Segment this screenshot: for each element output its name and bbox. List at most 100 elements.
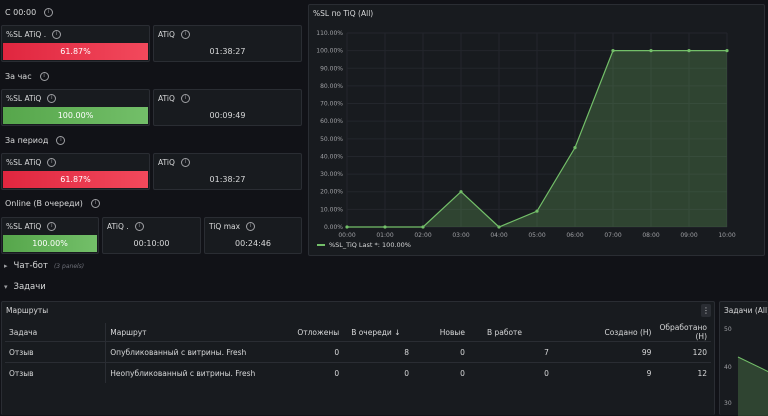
- y-tick-label: 110.00%: [316, 30, 343, 37]
- table-cell: 0: [343, 362, 413, 383]
- stat-panel-sl-hour[interactable]: %SL ATiQ i 100.00%: [1, 89, 150, 126]
- stat-value-box: 100.00%: [3, 235, 97, 252]
- row-title-today-label: C 00:00: [5, 8, 37, 17]
- panel-header: %SL ATiQ i: [6, 158, 57, 167]
- row-title-hour[interactable]: За час i: [5, 72, 49, 81]
- row-title-period[interactable]: За период i: [5, 136, 66, 145]
- chart-legend[interactable]: %SL_TiQ Last *: 100.00%: [317, 241, 411, 249]
- panel-title: %SL ATiQ .: [6, 30, 47, 39]
- data-point: [345, 225, 349, 229]
- routes-table: Задача Маршрут Отложены В очереди ↓ Новы…: [5, 323, 711, 383]
- stat-panel-sl-period[interactable]: %SL ATiQ i 61.87%: [1, 153, 150, 190]
- table-cell: 0: [412, 341, 469, 363]
- section-tasks-title: Задачи: [13, 282, 46, 292]
- panel-header: %SL ATiQ . i: [6, 30, 62, 39]
- stat-panel-atiq-today[interactable]: ATiQ i 01:38:27: [153, 25, 302, 62]
- data-point: [497, 225, 501, 229]
- info-icon[interactable]: i: [90, 199, 100, 208]
- table-row[interactable]: Отзыв Неопубликованный с витрины. Fresh …: [5, 362, 711, 383]
- chart-panel-sl-tiq[interactable]: %SL по TiQ (All) 0.00% 10.00% 20.00% 30.00%…: [308, 4, 765, 256]
- section-chatbot[interactable]: ▸ Чат-бот (3 panels): [4, 261, 84, 271]
- x-tick-label: 07:00: [604, 232, 621, 239]
- info-icon[interactable]: i: [180, 158, 190, 167]
- info-icon[interactable]: i: [180, 94, 190, 103]
- routes-table-wrap: Задача Маршрут Отложены В очереди ↓ Новы…: [5, 323, 711, 383]
- y-tick-label: 80.00%: [320, 83, 343, 90]
- sl-tiq-chart: 0.00% 10.00% 20.00% 30.00% 40.00% 50.00% 60.00…: [316, 30, 736, 239]
- row-title-online[interactable]: Online (В очереди) i: [5, 199, 100, 208]
- column-header-in-queue[interactable]: В очереди ↓: [343, 323, 413, 342]
- y-tick-label: 90.00%: [320, 65, 343, 72]
- table-row[interactable]: Отзыв Опубликованный с витрины. Fresh 0 …: [5, 341, 711, 363]
- info-icon[interactable]: i: [52, 30, 62, 39]
- stat-value-box: 100.00%: [3, 107, 148, 124]
- section-chatbot-count: (3 panels): [53, 262, 85, 270]
- column-header-postponed[interactable]: Отложены: [277, 323, 344, 342]
- table-cell: 0: [276, 341, 344, 363]
- table-cell: 7: [468, 341, 553, 363]
- table-cell: 120: [655, 341, 711, 363]
- panel-title: %SL ATiQ: [6, 158, 42, 167]
- panel-title: ATiQ .: [107, 222, 129, 231]
- x-tick-label: 05:00: [528, 232, 545, 239]
- stat-value: 00:10:00: [133, 239, 170, 248]
- column-header-processed[interactable]: Обработано (Н): [655, 323, 711, 342]
- y-tick-label: 0.00%: [324, 224, 343, 231]
- table-header-row: Задача Маршрут Отложены В очереди ↓ Новы…: [5, 323, 711, 342]
- table-cell: Отзыв: [5, 341, 107, 363]
- data-point: [383, 225, 387, 229]
- info-icon[interactable]: i: [44, 8, 54, 17]
- x-tick-label: 04:00: [490, 232, 507, 239]
- info-icon[interactable]: i: [47, 222, 57, 231]
- panel-title: ATiQ: [158, 94, 175, 103]
- routes-panel[interactable]: Маршруты ⋮ Задача Маршрут Отложены В оче…: [1, 301, 715, 415]
- column-header-created[interactable]: Создано (Н): [553, 323, 656, 342]
- y-tick-label: 30.00%: [320, 171, 343, 178]
- table-cell: Отзыв: [5, 362, 107, 383]
- stat-panel-atiq-online[interactable]: ATiQ . i 00:10:00: [102, 217, 201, 254]
- tasks-panel[interactable]: Задачи (All) 50 40 30: [719, 301, 768, 416]
- info-icon[interactable]: i: [47, 158, 57, 167]
- row-title-today[interactable]: C 00:00 i: [5, 8, 54, 17]
- y-tick-label: 60.00%: [320, 118, 343, 125]
- stat-panel-atiq-hour[interactable]: ATiQ i 00:09:49: [153, 89, 302, 126]
- info-icon[interactable]: i: [134, 222, 144, 231]
- legend-text: %SL_TiQ Last *: 100.00%: [329, 241, 411, 249]
- stat-panel-atiq-period[interactable]: ATiQ i 01:38:27: [153, 153, 302, 190]
- info-icon[interactable]: i: [56, 136, 66, 145]
- stat-value: 00:24:46: [235, 239, 271, 248]
- stat-value: 100.00%: [57, 111, 94, 120]
- stat-value-box: 61.87%: [3, 171, 148, 188]
- data-point: [535, 209, 539, 213]
- stat-value: 01:38:27: [209, 47, 246, 56]
- panel-header: TiQ max i: [209, 222, 256, 231]
- stat-panel-sl-online[interactable]: %SL ATiQ i 100.00%: [1, 217, 99, 254]
- column-header-new[interactable]: Новые: [413, 323, 469, 342]
- column-header-in-progress[interactable]: В работе: [469, 323, 553, 342]
- info-icon[interactable]: i: [47, 94, 57, 103]
- stat-panel-tiq-max[interactable]: TiQ max i 00:24:46: [204, 217, 302, 254]
- column-header-route[interactable]: Маршрут: [106, 323, 277, 342]
- section-tasks[interactable]: ▾ Задачи: [4, 282, 46, 292]
- info-icon[interactable]: i: [39, 72, 49, 81]
- column-header-task[interactable]: Задача: [5, 323, 107, 342]
- x-tick-label: 00:00: [338, 232, 355, 239]
- row-title-hour-label: За час: [5, 72, 32, 81]
- column-header-in-queue-label: В очереди: [351, 327, 392, 337]
- info-icon[interactable]: i: [180, 30, 190, 39]
- panel-header: ATiQ i: [158, 158, 190, 167]
- row-title-period-label: За период: [5, 136, 49, 145]
- info-icon[interactable]: i: [246, 222, 256, 231]
- stat-panel-sl-today[interactable]: %SL ATiQ . i 61.87%: [1, 25, 150, 62]
- x-tick-label: 08:00: [642, 232, 659, 239]
- stat-value: 61.87%: [60, 47, 91, 56]
- legend-swatch: [317, 244, 325, 246]
- vertical-ellipsis-icon[interactable]: ⋮: [701, 304, 711, 317]
- panel-title: %SL ATiQ: [6, 94, 42, 103]
- data-point: [421, 225, 425, 229]
- table-cell: 99: [552, 341, 656, 363]
- y-tick-label: 70.00%: [320, 101, 343, 108]
- panel-title: TiQ max: [209, 222, 241, 231]
- panel-title: %SL ATiQ: [6, 222, 42, 231]
- panel-header: ATiQ i: [158, 30, 190, 39]
